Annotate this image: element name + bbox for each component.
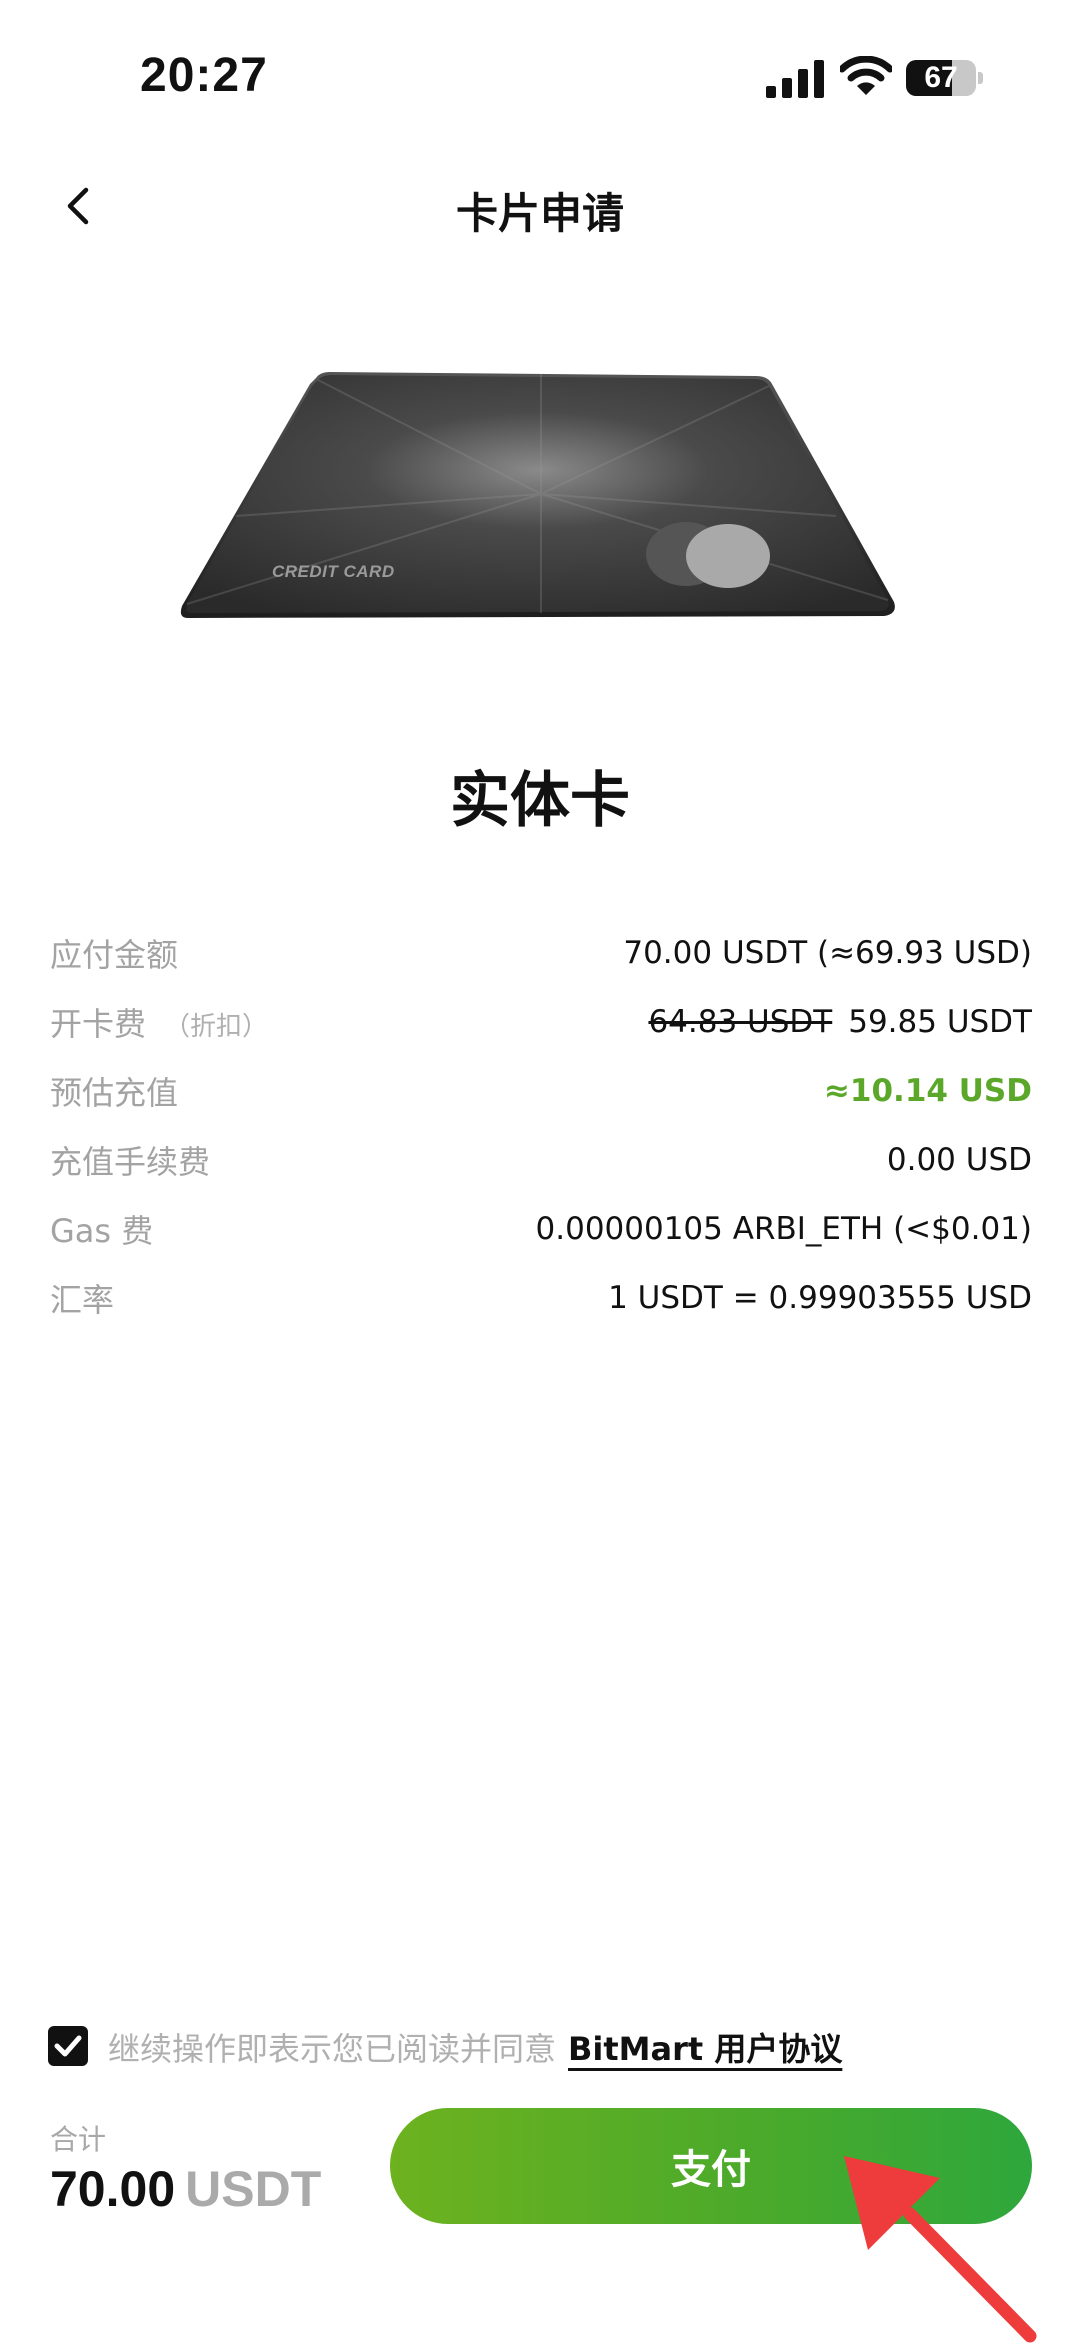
detail-row-topup-fee: 充值手续费 0.00 USD [50, 1125, 1032, 1194]
user-agreement-link[interactable]: BitMart 用户协议 [568, 2030, 842, 2068]
detail-row-estimated-topup: 预估充值 ≈10.14 USD [50, 1056, 1032, 1125]
card-label: CREDIT CARD [272, 562, 395, 581]
agreement-checkbox[interactable] [48, 2026, 88, 2066]
detail-value: 0.00 USD [886, 1141, 1032, 1178]
card-fee-discount-label: （折扣） [164, 1011, 269, 1042]
detail-row-amount-due: 应付金额 70.00 USDT (≈69.93 USD) [50, 918, 1032, 987]
agreement-text: 继续操作即表示您已阅读并同意 BitMart 用户协议 [108, 2024, 842, 2070]
total-currency: USDT [185, 2161, 322, 2217]
detail-value: 0.00000105 ARBI_ETH (<$0.01) [535, 1210, 1032, 1247]
detail-value: 70.00 USDT (≈69.93 USD) [623, 934, 1032, 971]
fee-details: 应付金额 70.00 USDT (≈69.93 USD) 开卡费 （折扣） 64.… [50, 918, 1032, 1332]
signal-icon [766, 60, 824, 98]
wifi-icon [840, 56, 892, 95]
detail-label: 充值手续费 [50, 1142, 211, 1181]
checkmark-icon [54, 2035, 82, 2057]
total-amount: 70.00 USDT [50, 2160, 321, 2218]
detail-label: 应付金额 [50, 935, 179, 974]
total-label: 合计 [50, 2123, 107, 2156]
annotation-arrow-icon [844, 2156, 1037, 2343]
card-fee-label: 开卡费 [50, 1004, 147, 1043]
status-time: 20:27 [140, 49, 268, 102]
page-title: 卡片申请 [455, 189, 624, 238]
card-type-title: 实体卡 [450, 766, 630, 836]
card-image [180, 372, 895, 618]
battery-icon: 67 [906, 60, 976, 96]
total-value: 70.00 [50, 2161, 176, 2217]
detail-label: 预估充值 [50, 1073, 179, 1112]
detail-row-exchange-rate: 汇率 1 USDT = 0.99903555 USD [50, 1263, 1032, 1332]
discounted-fee: 59.85 USDT [848, 1003, 1032, 1040]
detail-value: ≈10.14 USD [823, 1072, 1032, 1109]
detail-label: 开卡费 （折扣） [50, 999, 268, 1045]
battery-tip [978, 72, 983, 84]
detail-value: 64.83 USDT 59.85 USDT [648, 1004, 1032, 1040]
detail-value: 1 USDT = 0.99903555 USD [608, 1279, 1032, 1316]
detail-label: 汇率 [50, 1280, 115, 1319]
detail-row-gas-fee: Gas 费 0.00000105 ARBI_ETH (<$0.01) [50, 1194, 1032, 1263]
original-fee: 64.83 USDT [648, 1003, 833, 1040]
detail-label: Gas 费 [50, 1211, 154, 1250]
detail-row-card-fee: 开卡费 （折扣） 64.83 USDT 59.85 USDT [50, 987, 1032, 1056]
agreement-statement: 继续操作即表示您已阅读并同意 [108, 2030, 557, 2068]
